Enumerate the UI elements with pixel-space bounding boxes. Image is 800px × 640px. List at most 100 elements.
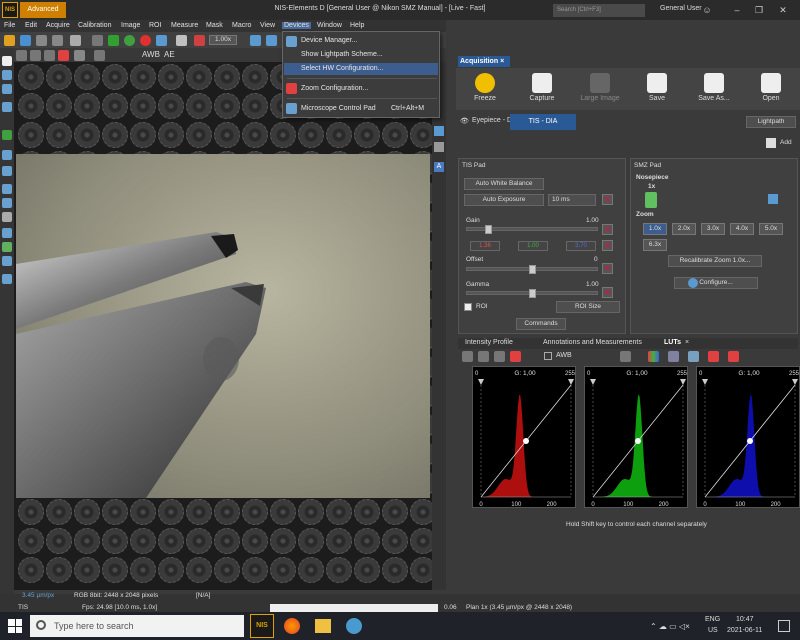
reset-icon[interactable]	[58, 50, 69, 61]
zoom-3x-button[interactable]: 3.0x	[701, 223, 725, 235]
camera-icon[interactable]	[156, 35, 167, 46]
large-image-button[interactable]: Large Image	[575, 71, 625, 107]
windows-start-icon[interactable]	[8, 619, 22, 633]
markers-icon[interactable]	[708, 351, 719, 362]
minimize-icon[interactable]: –	[730, 3, 744, 17]
tab-annotations-measurements[interactable]: Annotations and Measurements	[543, 339, 642, 346]
user-name[interactable]: General User	[660, 5, 702, 12]
device-manager-item[interactable]: Device Manager...	[301, 37, 357, 44]
menu-mask[interactable]: Mask	[206, 22, 223, 29]
tab-tis-dia[interactable]: TIS - DIA	[510, 114, 576, 130]
record-icon[interactable]	[140, 35, 151, 46]
save-icon[interactable]	[20, 35, 31, 46]
wave-icon[interactable]	[494, 351, 505, 362]
zoom-in-icon[interactable]	[2, 130, 12, 140]
auto-white-balance-button[interactable]: Auto White Balance	[464, 178, 544, 190]
gamma-slider-knob[interactable]	[528, 289, 536, 298]
menu-view[interactable]: View	[260, 22, 275, 29]
reset-gain-icon[interactable]: ✕	[602, 224, 613, 235]
menu-measure[interactable]: Measure	[171, 22, 198, 29]
open-button[interactable]: Open	[746, 71, 796, 107]
clock-time[interactable]: 10:47	[736, 616, 754, 623]
recalibrate-zoom-button[interactable]: Recalibrate Zoom 1.0x...	[668, 255, 762, 267]
offset-slider-knob[interactable]	[528, 265, 536, 274]
lightpath-scheme-item[interactable]: Show Lightpath Scheme...	[301, 51, 383, 58]
menu-roi[interactable]: ROI	[149, 22, 161, 29]
luts-close[interactable]: ×	[685, 339, 689, 346]
magnify-icon[interactable]	[2, 70, 12, 80]
layers-icon[interactable]	[2, 184, 12, 194]
reset-gamma-icon[interactable]: ✕	[602, 287, 613, 298]
lightpath-button[interactable]: Lightpath	[746, 116, 796, 128]
grid-icon[interactable]	[250, 35, 261, 46]
menu-macro[interactable]: Macro	[232, 22, 251, 29]
line-icon[interactable]	[620, 351, 631, 362]
zoom-config-item[interactable]: Zoom Configuration...	[301, 85, 368, 92]
notification-icon[interactable]	[778, 620, 790, 632]
menu-edit[interactable]: Edit	[25, 22, 37, 29]
objective-icon[interactable]	[645, 192, 657, 208]
curve-icon[interactable]	[478, 351, 489, 362]
green-gain-input[interactable]: 1.00	[518, 241, 548, 251]
microscope-control-pad-item[interactable]: Microscope Control Pad	[301, 105, 376, 112]
acquisition-tab[interactable]: Acquisition ×	[458, 56, 510, 67]
roi-checkbox[interactable]	[464, 303, 472, 311]
channels-icon[interactable]	[648, 351, 659, 362]
pan-icon[interactable]	[2, 150, 12, 160]
firefox-icon[interactable]	[284, 618, 300, 634]
histogram-icon[interactable]	[16, 50, 27, 61]
reset-icon[interactable]	[510, 351, 521, 362]
measure-icon[interactable]	[2, 228, 12, 238]
user-icon[interactable]: ☺	[700, 3, 714, 17]
undo-icon[interactable]	[36, 35, 47, 46]
save-button[interactable]: Save	[632, 71, 682, 107]
menu-window[interactable]: Window	[317, 22, 342, 29]
dropdown-icon[interactable]	[74, 50, 85, 61]
language-bottom[interactable]: US	[708, 627, 718, 634]
menu-devices[interactable]: Devices	[282, 22, 311, 29]
zoom-icon[interactable]	[194, 35, 205, 46]
ae-button[interactable]: AE	[164, 50, 175, 59]
line-icon[interactable]	[94, 50, 105, 61]
tab-intensity-profile[interactable]: Intensity Profile	[465, 339, 513, 346]
menu-file[interactable]: File	[4, 22, 15, 29]
zoom-1x-button[interactable]: 1.0x	[643, 223, 667, 235]
layout-icon[interactable]	[266, 35, 277, 46]
tab-luts[interactable]: LUTs	[664, 339, 681, 346]
system-tray-icons[interactable]: ⌃ ☁ ▭ ◁×	[650, 622, 690, 631]
stop-icon[interactable]	[92, 35, 103, 46]
crop-icon[interactable]	[2, 212, 12, 222]
awb-checkbox[interactable]	[544, 352, 552, 360]
add-icon[interactable]	[766, 138, 776, 148]
menu-image[interactable]: Image	[121, 22, 140, 29]
menu-acquire[interactable]: Acquire	[46, 22, 70, 29]
adjust-icon[interactable]	[2, 256, 12, 266]
taskbar-search-input[interactable]: Type here to search	[30, 615, 244, 637]
select-hw-config-item[interactable]: Select HW Configuration...	[301, 65, 383, 72]
gain-slider-knob[interactable]	[484, 225, 492, 234]
settings-icon[interactable]	[70, 35, 81, 46]
freeze-button[interactable]: Freeze	[460, 71, 510, 107]
red-gain-input[interactable]: 1.36	[470, 241, 500, 251]
redo-icon[interactable]	[52, 35, 63, 46]
lut-panel-red[interactable]: G: 1,00 0 255 0 100 200	[472, 366, 576, 508]
auto-exposure-button[interactable]: Auto Exposure	[464, 194, 544, 206]
text-icon[interactable]	[434, 142, 444, 152]
lut-panel-blue[interactable]: G: 1,00 0 255 0 100 200	[696, 366, 800, 508]
restore-icon[interactable]: ❐	[752, 3, 766, 17]
zoom-2x-button[interactable]: 2.0x	[672, 223, 696, 235]
curve-icon[interactable]	[30, 50, 41, 61]
play-icon[interactable]	[108, 35, 119, 46]
gear-icon[interactable]	[2, 274, 12, 284]
exposure-select[interactable]: 10 ms	[548, 194, 596, 206]
annotation-icon[interactable]: A	[434, 162, 444, 172]
view-option-icon[interactable]	[434, 126, 444, 136]
live-image[interactable]	[16, 154, 430, 498]
target-icon[interactable]	[2, 102, 12, 112]
blue-gain-input[interactable]: 3.70	[566, 241, 596, 251]
menu-help[interactable]: Help	[350, 22, 364, 29]
zoom-select[interactable]: 1.00x	[209, 35, 237, 45]
color-icon[interactable]	[2, 242, 12, 252]
menu-calibration[interactable]: Calibration	[78, 22, 111, 29]
save-as-button[interactable]: Save As...	[689, 71, 739, 107]
